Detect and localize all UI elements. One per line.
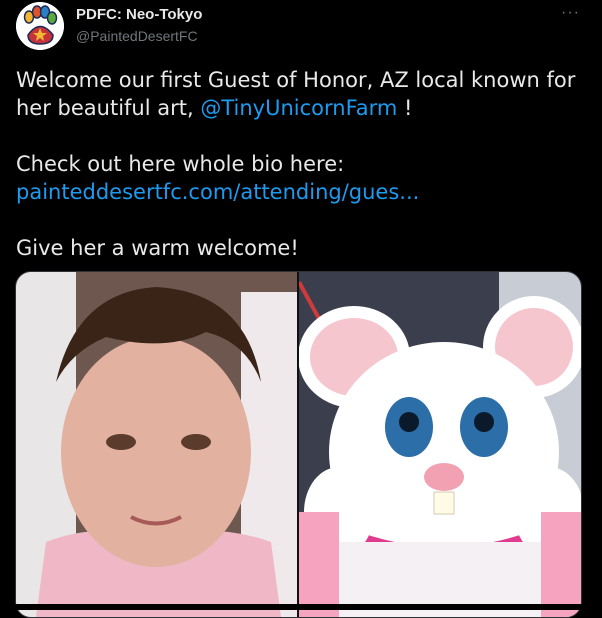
mention-link[interactable]: @TinyUnicornFarm — [200, 96, 397, 120]
tweet-line-3: Give her a warm welcome! — [16, 236, 299, 260]
tweet: PDFC: Neo-Tokyo @PaintedDesertFC ··· Wel… — [0, 0, 602, 618]
tweet-line-2: Check out here whole bio here: — [16, 152, 345, 176]
bio-link[interactable]: painteddesertfc.com/attending/gues... — [16, 180, 419, 204]
more-options-icon[interactable]: ··· — [561, 4, 580, 22]
avatar[interactable] — [16, 2, 64, 50]
bottom-divider — [0, 604, 602, 610]
display-name[interactable]: PDFC: Neo-Tokyo — [76, 6, 202, 24]
tweet-line-1: Welcome our first Guest of Honor, AZ loc… — [16, 66, 586, 122]
handle[interactable]: @PaintedDesertFC — [76, 27, 202, 45]
tweet-text-suffix: ! — [397, 96, 413, 120]
paw-print-icon — [16, 2, 64, 50]
media-grid — [15, 271, 582, 618]
author-info: PDFC: Neo-Tokyo @PaintedDesertFC — [76, 6, 202, 45]
tweet-text: Welcome our first Guest of Honor, AZ loc… — [16, 66, 586, 262]
guest-photo[interactable] — [16, 272, 297, 617]
fursuit-photo[interactable] — [297, 272, 581, 617]
